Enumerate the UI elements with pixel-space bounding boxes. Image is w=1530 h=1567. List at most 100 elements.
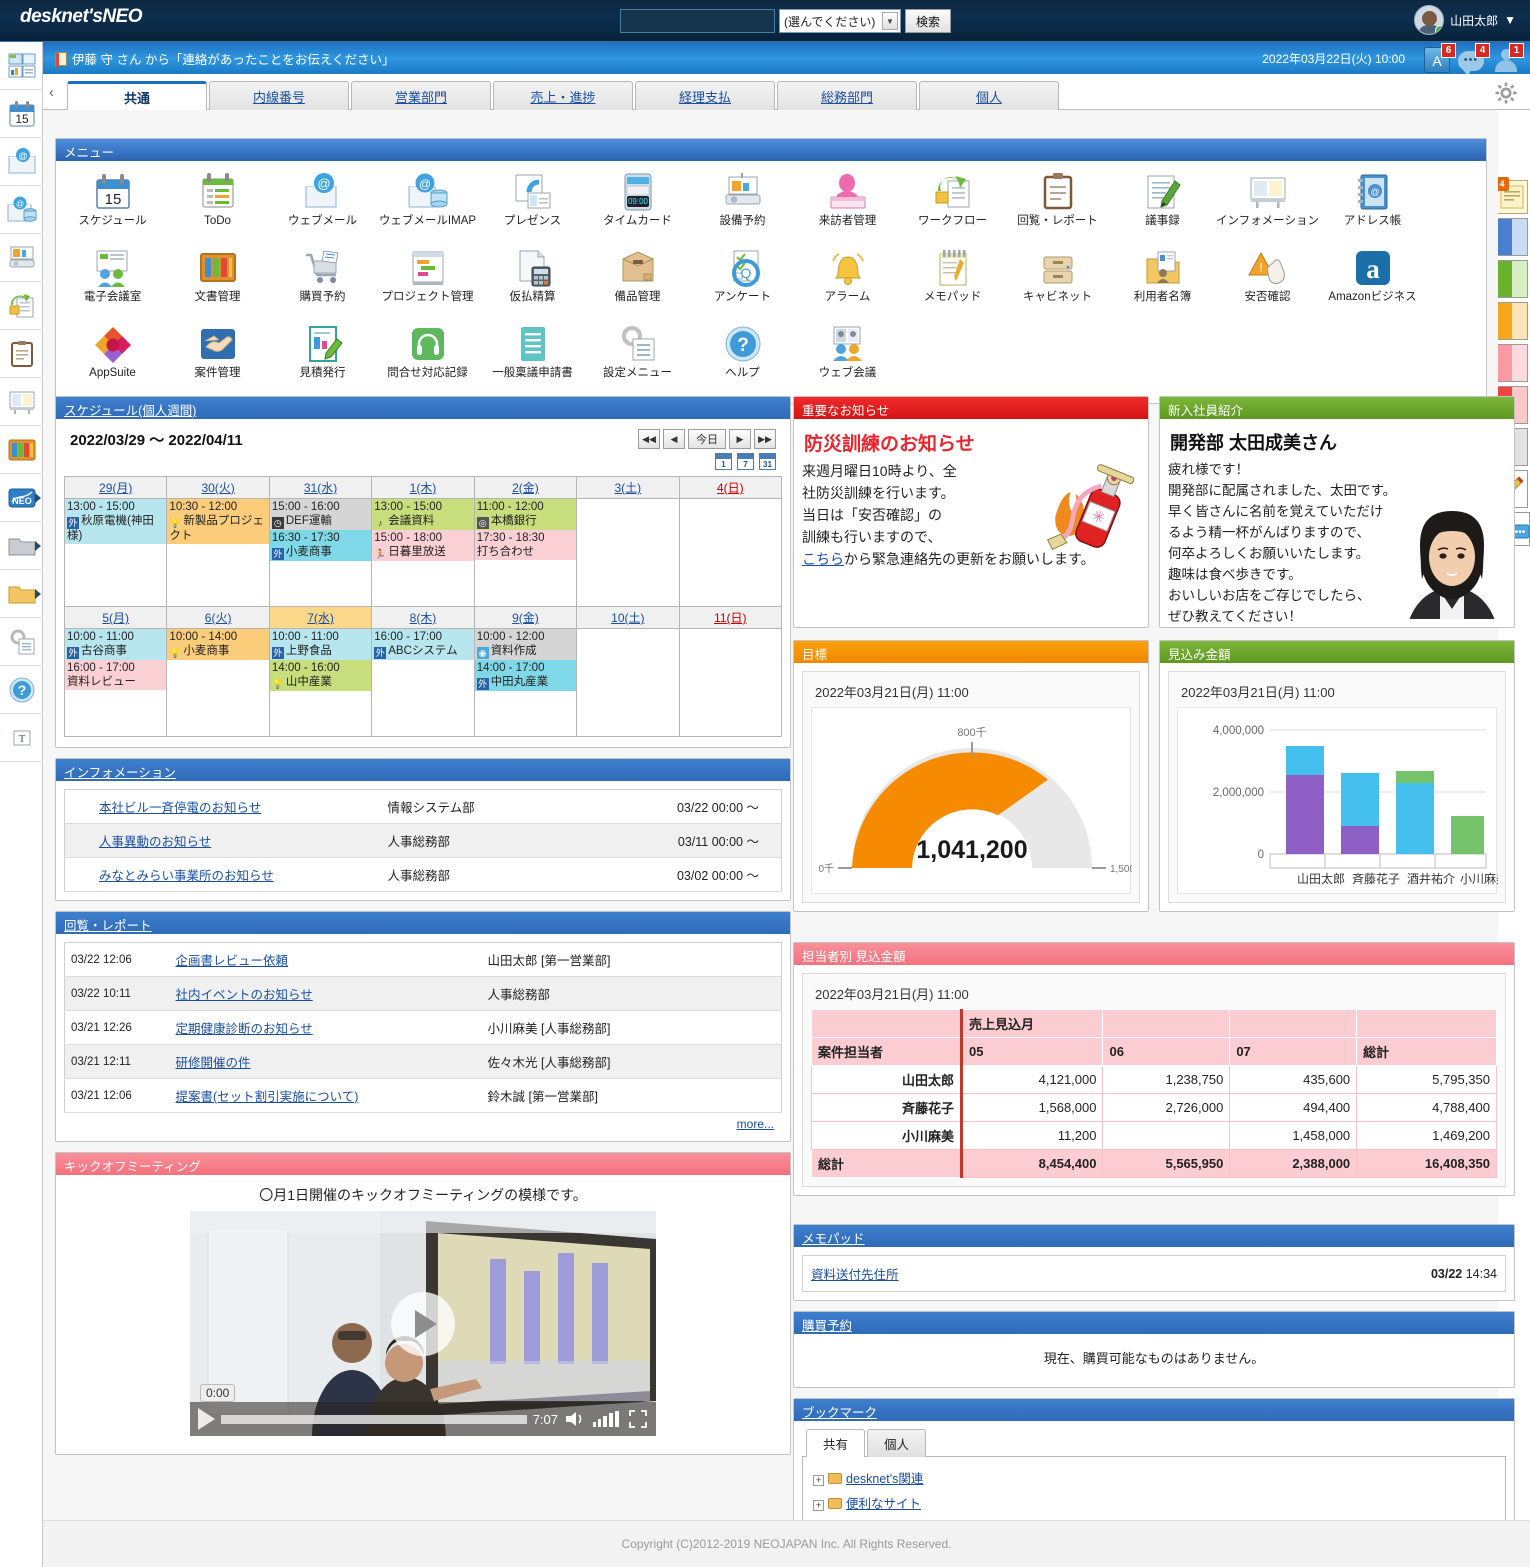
- schedule-day-header[interactable]: 31(水): [269, 477, 371, 499]
- schedule-day-header[interactable]: 30(火): [167, 477, 269, 499]
- menu-item-circular[interactable]: 回覧・レポート: [1005, 167, 1110, 243]
- menu-item-ringi[interactable]: 一般稟議申請書: [480, 319, 585, 395]
- day-link[interactable]: 31(水): [304, 481, 337, 495]
- tab-eigyo[interactable]: 営業部門: [351, 81, 491, 110]
- sidebar-item-folder-gray[interactable]: [0, 522, 43, 570]
- bookmark-item[interactable]: +desknet's関連: [813, 1465, 1495, 1490]
- schedule-day-cell[interactable]: 10:00 - 14:00💡小麦商事: [167, 629, 269, 737]
- calendar-month-view-icon[interactable]: 31: [759, 453, 776, 470]
- menu-item-mail[interactable]: @ウェブメール: [270, 167, 375, 243]
- schedule-event[interactable]: 16:00 - 17:00外ABCシステム: [372, 629, 473, 660]
- sidebar-item-document[interactable]: [0, 426, 43, 474]
- menu-item-presence[interactable]: プレゼンス: [480, 167, 585, 243]
- menu-item-settings[interactable]: 設定メニュー: [585, 319, 690, 395]
- tab-uriage[interactable]: 売上・進捗: [493, 81, 633, 110]
- tab-label[interactable]: 経理支払: [679, 87, 731, 106]
- menu-item-userlist[interactable]: 利用者名簿: [1110, 243, 1215, 319]
- schedule-event[interactable]: 14:00 - 17:00外中田丸産業: [475, 660, 576, 691]
- calendar-week-view-icon[interactable]: 7: [737, 453, 754, 470]
- menu-item-purchase[interactable]: 購買予約: [270, 243, 375, 319]
- schedule-event[interactable]: 14:00 - 16:00💡山中産業: [270, 660, 371, 691]
- schedule-day-cell[interactable]: [679, 499, 781, 607]
- menu-item-help[interactable]: ?ヘルプ: [690, 319, 795, 395]
- day-link[interactable]: 2(金): [512, 481, 539, 495]
- circ-title-cell[interactable]: 提案書(セット割引実施について): [170, 1079, 482, 1113]
- schedule-event[interactable]: 10:00 - 12:00◉資料作成: [475, 629, 576, 660]
- sidebar-item-settings[interactable]: [0, 618, 43, 666]
- day-link[interactable]: 8(木): [410, 611, 437, 625]
- menu-item-quote[interactable]: 見積発行: [270, 319, 375, 395]
- video-progress-bar[interactable]: [221, 1415, 527, 1424]
- info-title-cell[interactable]: 人事異動のお知らせ: [65, 824, 382, 858]
- schedule-day-header[interactable]: 1(木): [372, 477, 474, 499]
- right-rail-color-green[interactable]: [1496, 260, 1528, 298]
- information-title[interactable]: インフォメーション: [56, 759, 790, 781]
- right-rail-color-blue[interactable]: [1496, 218, 1528, 256]
- menu-item-workflow[interactable]: ワークフロー: [900, 167, 1005, 243]
- schedule-day-header[interactable]: 6(火): [167, 607, 269, 629]
- tab-label[interactable]: 総務部門: [821, 87, 873, 106]
- schedule-day-cell[interactable]: 16:00 - 17:00外ABCシステム: [372, 629, 474, 737]
- menu-item-facility[interactable]: 設備予約: [690, 167, 795, 243]
- menu-item-addressbook[interactable]: @アドレス帳: [1320, 167, 1425, 243]
- memopad-title-link[interactable]: メモパッド: [802, 1232, 865, 1246]
- bookmark-tab-shared[interactable]: 共有: [806, 1429, 865, 1457]
- information-title-link[interactable]: インフォメーション: [64, 766, 176, 780]
- right-rail-color-pink[interactable]: [1496, 344, 1528, 382]
- menu-item-information[interactable]: インフォメーション: [1215, 167, 1320, 243]
- table-row[interactable]: 03/22 12:06企画書レビュー依頼山田太郎 [第一営業部]: [65, 943, 782, 977]
- menu-item-todo[interactable]: ToDo: [165, 167, 270, 243]
- table-row[interactable]: 03/21 12:11研修開催の件佐々木光 [人事総務部]: [65, 1045, 782, 1079]
- calendar-day-view-icon[interactable]: 1: [715, 453, 732, 470]
- person-notification[interactable]: 1: [1492, 44, 1522, 74]
- schedule-event[interactable]: 16:00 - 17:00資料レビュー: [65, 660, 166, 690]
- bookmark-title[interactable]: ブックマーク: [794, 1399, 1514, 1421]
- menu-item-expense[interactable]: 仮払精算: [480, 243, 585, 319]
- info-title-cell[interactable]: みなとみらい事業所のお知らせ: [65, 858, 382, 892]
- nav-first-button[interactable]: ◀◀: [638, 429, 660, 449]
- memopad-title[interactable]: メモパッド: [794, 1225, 1514, 1247]
- schedule-event[interactable]: 16:30 - 17:30外小麦商事: [270, 530, 371, 561]
- chevron-down-icon[interactable]: ▼: [1504, 13, 1516, 27]
- schedule-day-header[interactable]: 8(木): [372, 607, 474, 629]
- user-menu[interactable]: ✓ 山田太郎 ▼: [1414, 5, 1516, 35]
- nav-last-button[interactable]: ▶▶: [754, 429, 776, 449]
- menu-item-document[interactable]: 文書管理: [165, 243, 270, 319]
- schedule-day-header[interactable]: 9(金): [474, 607, 576, 629]
- schedule-day-cell[interactable]: [679, 629, 781, 737]
- menu-item-support[interactable]: 問合せ対応記録: [375, 319, 480, 395]
- sidebar-item-folder-yellow[interactable]: [0, 570, 43, 618]
- menu-item-safety[interactable]: !安否確認: [1215, 243, 1320, 319]
- schedule-title[interactable]: スケジュール(個人週間): [56, 397, 790, 419]
- play-icon[interactable]: [198, 1408, 215, 1430]
- search-input[interactable]: [620, 9, 775, 33]
- schedule-day-header[interactable]: 10(土): [577, 607, 679, 629]
- circular-title-link[interactable]: 回覧・レポート: [64, 919, 152, 933]
- schedule-day-cell[interactable]: [577, 499, 679, 607]
- presence-notification[interactable]: A 6: [1424, 44, 1454, 74]
- gear-icon[interactable]: [1494, 81, 1518, 105]
- circ-link[interactable]: 社内イベントのお知らせ: [176, 988, 313, 1002]
- circular-title[interactable]: 回覧・レポート: [56, 912, 790, 934]
- bookmark-tab-personal[interactable]: 個人: [867, 1429, 926, 1457]
- announcement-message[interactable]: 伊藤 守 さん から「連絡があったことをお伝えください」: [55, 49, 395, 68]
- app-logo[interactable]: desknet'sNEO: [20, 6, 185, 36]
- menu-item-calendar[interactable]: 15スケジュール: [60, 167, 165, 243]
- circ-title-cell[interactable]: 企画書レビュー依頼: [170, 943, 482, 977]
- table-row[interactable]: 03/21 12:06提案書(セット割引実施について)鈴木誠 [第一営業部]: [65, 1079, 782, 1113]
- nav-prev-button[interactable]: ◀: [663, 429, 685, 449]
- menu-item-deal[interactable]: 案件管理: [165, 319, 270, 395]
- table-row[interactable]: みなとみらい事業所のお知らせ人事総務部03/02 00:00 ～: [65, 858, 782, 892]
- right-rail-color-orange[interactable]: [1496, 302, 1528, 340]
- expand-plus-icon[interactable]: +: [813, 1500, 824, 1511]
- tab-label[interactable]: 内線番号: [253, 87, 305, 106]
- schedule-day-header[interactable]: 2(金): [474, 477, 576, 499]
- search-button[interactable]: 検索: [905, 9, 951, 33]
- chat-notification[interactable]: ••• 4: [1458, 44, 1488, 74]
- schedule-day-header[interactable]: 11(日): [679, 607, 781, 629]
- circular-more-link[interactable]: more...: [64, 1113, 782, 1133]
- sidebar-item-information[interactable]: [0, 378, 43, 426]
- bookmark-label[interactable]: desknet's関連: [846, 1472, 923, 1486]
- day-link[interactable]: 4(日): [717, 481, 744, 495]
- schedule-day-header[interactable]: 4(日): [679, 477, 781, 499]
